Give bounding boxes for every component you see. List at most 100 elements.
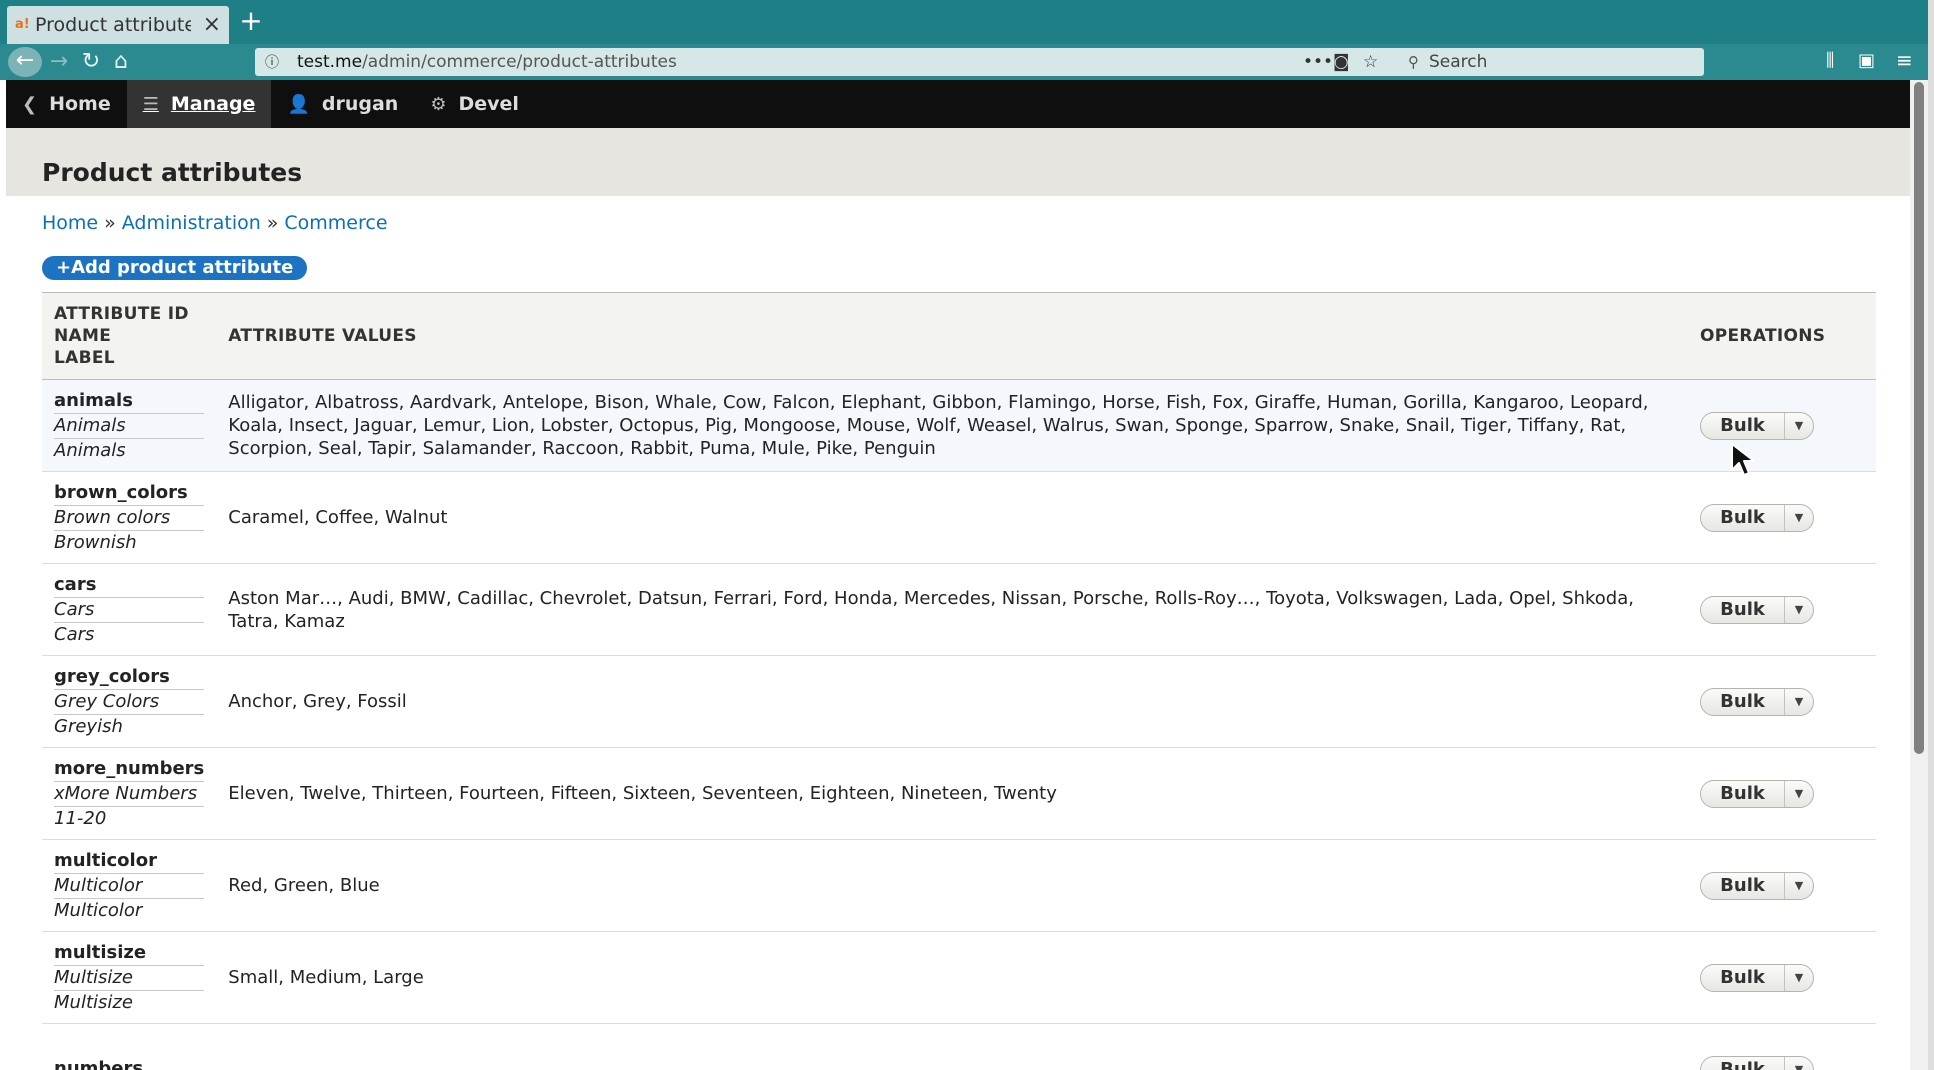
page-scrollbar[interactable] (1910, 80, 1928, 1070)
scrollbar-thumb[interactable] (1914, 82, 1924, 754)
favicon-icon: a! (15, 17, 30, 32)
library-icon[interactable]: ⫼ (1826, 50, 1834, 71)
attributes-table: ATTRIBUTE ID NAME LABEL ATTRIBUTE VALUES… (42, 292, 1876, 1070)
attribute-id: brown_colors (54, 482, 205, 506)
url-bar[interactable]: ⓘ test.me/admin/commerce/product-attribu… (255, 48, 1403, 76)
header-id-name-label: ATTRIBUTE ID NAME LABEL (42, 293, 216, 380)
home-icon[interactable]: ⌂ (106, 48, 136, 76)
breadcrumb-separator: » (266, 212, 279, 234)
operations-dropbutton: Bulk ▼ (1700, 503, 1814, 532)
bulk-button[interactable]: Bulk (1701, 504, 1785, 531)
main-content: Home» Administration» Commerce +Add produc… (6, 196, 1910, 1070)
info-icon[interactable]: ⓘ (265, 52, 283, 72)
url-text[interactable]: test.me/admin/commerce/product-attribute… (297, 52, 677, 72)
attribute-values: Anchor, Grey, Fossil (216, 655, 1688, 748)
attribute-values: Small, Medium, Large (216, 931, 1688, 1024)
window-edge (1928, 0, 1934, 1070)
attribute-label: 11-20 (54, 807, 107, 829)
table-row: cars Cars Cars Aston Mar…, Audi, BMW, Ca… (42, 563, 1876, 656)
back-button[interactable]: ← (8, 47, 42, 77)
header-attribute-values: ATTRIBUTE VALUES (228, 326, 417, 346)
attribute-id: animals (54, 390, 205, 414)
chevron-down-icon[interactable]: ▼ (1785, 505, 1813, 531)
chevron-down-icon[interactable]: ▼ (1785, 597, 1813, 623)
bulk-button[interactable]: Bulk (1701, 412, 1785, 439)
id-cell: more_numbers xMore Numbers 11-20 (42, 747, 217, 840)
attribute-label: Cars (54, 623, 95, 645)
search-placeholder: Search (1429, 52, 1488, 72)
id-cell: animals Animals Animals (42, 379, 217, 472)
sidebar-icon[interactable]: ▣ (1858, 50, 1875, 71)
tab-title: Product attributes (35, 14, 191, 36)
chevron-down-icon[interactable]: ▼ (1785, 965, 1813, 991)
chevron-down-icon[interactable]: ▼ (1785, 873, 1813, 899)
pocket-icon[interactable]: ◙ (1333, 50, 1350, 74)
table-row: multicolor Multicolor Multicolor Red, Gr… (42, 839, 1876, 932)
bulk-button[interactable]: Bulk (1701, 964, 1785, 991)
bulk-button[interactable]: Bulk (1701, 1056, 1785, 1070)
attribute-label: Animals (54, 439, 126, 461)
attribute-name: Multisize (54, 966, 205, 991)
toolbar-devel[interactable]: ⚙ Devel (414, 80, 535, 128)
attribute-label: Multisize (54, 991, 133, 1013)
browser-window: a! Product attributes × + ← → ↻ ⌂ ⓘ test… (0, 0, 1934, 1070)
chevron-down-icon[interactable]: ▼ (1785, 1057, 1813, 1070)
breadcrumb-administration[interactable]: Administration (122, 212, 261, 234)
attribute-name: Brown colors (54, 506, 205, 531)
search-icon: ⚲ (1408, 53, 1419, 71)
attribute-name: Grey Colors (54, 690, 205, 715)
forward-button[interactable]: → (44, 48, 74, 76)
toolbar-home-label: Home (49, 93, 111, 115)
star-icon[interactable]: ☆ (1363, 50, 1378, 74)
page-actions-icon[interactable]: ••• (1303, 50, 1333, 74)
add-product-attribute-button[interactable]: +Add product attribute (42, 256, 308, 280)
breadcrumb-commerce[interactable]: Commerce (284, 212, 387, 234)
operations-dropbutton: Bulk ▼ (1700, 779, 1814, 808)
bulk-button[interactable]: Bulk (1701, 688, 1785, 715)
close-icon[interactable]: × (203, 14, 221, 36)
attribute-name: Cars (54, 598, 205, 623)
toolbar-user[interactable]: 👤 drugan (271, 80, 414, 128)
toolbar-manage[interactable]: ☰ Manage (126, 80, 272, 128)
breadcrumb-home[interactable]: Home (42, 212, 98, 234)
attribute-id: grey_colors (54, 666, 205, 690)
toolbar-devel-label: Devel (458, 93, 519, 115)
table-row: numbers Bulk ▼ (42, 1024, 1876, 1070)
attribute-id: multisize (54, 942, 205, 966)
bulk-button[interactable]: Bulk (1701, 780, 1785, 807)
operations-dropbutton: Bulk ▼ (1700, 963, 1814, 992)
attribute-values: Eleven, Twelve, Thirteen, Fourteen, Fift… (216, 747, 1688, 840)
operations-dropbutton: Bulk ▼ (1700, 411, 1814, 440)
page-header: Product attributes (6, 128, 1910, 196)
attribute-label: Greyish (54, 715, 123, 737)
bulk-button[interactable]: Bulk (1701, 872, 1785, 899)
id-cell: numbers (42, 1024, 216, 1070)
bulk-button[interactable]: Bulk (1701, 596, 1785, 623)
table-row: more_numbers xMore Numbers 11-20 Eleven,… (42, 747, 1876, 840)
search-bar[interactable]: ⚲ Search (1398, 48, 1704, 76)
attribute-values: Caramel, Coffee, Walnut (216, 471, 1688, 564)
operations-cell: Bulk ▼ (1688, 747, 1876, 840)
attribute-id: multicolor (54, 850, 205, 874)
tab-product-attributes[interactable]: a! Product attributes × (7, 6, 229, 44)
operations-cell: Bulk ▼ (1688, 839, 1876, 932)
attribute-values: Aston Mar…, Audi, BMW, Cadillac, Chevrol… (216, 563, 1688, 656)
attribute-name: xMore Numbers (54, 782, 205, 807)
id-cell: multisize Multisize Multisize (42, 931, 217, 1024)
operations-dropbutton: Bulk ▼ (1700, 595, 1814, 624)
reload-button[interactable]: ↻ (76, 48, 106, 76)
chevron-down-icon[interactable]: ▼ (1785, 689, 1813, 715)
menu-icon[interactable]: ≡ (1896, 48, 1913, 72)
url-host: test.me (297, 52, 363, 72)
attribute-id: more_numbers (54, 758, 205, 782)
id-cell: brown_colors Brown colors Brownish (42, 471, 217, 564)
table-row: grey_colors Grey Colors Greyish Anchor, … (42, 655, 1876, 748)
chevron-down-icon[interactable]: ▼ (1785, 781, 1813, 807)
attribute-id: numbers (54, 1058, 204, 1070)
toolbar-home[interactable]: ❮ Home (6, 80, 127, 128)
page-title: Product attributes (42, 158, 303, 187)
new-tab-button[interactable]: + (236, 6, 266, 38)
header-name: NAME (54, 326, 112, 346)
chevron-down-icon[interactable]: ▼ (1785, 413, 1813, 439)
table-row: brown_colors Brown colors Brownish Caram… (42, 471, 1876, 564)
